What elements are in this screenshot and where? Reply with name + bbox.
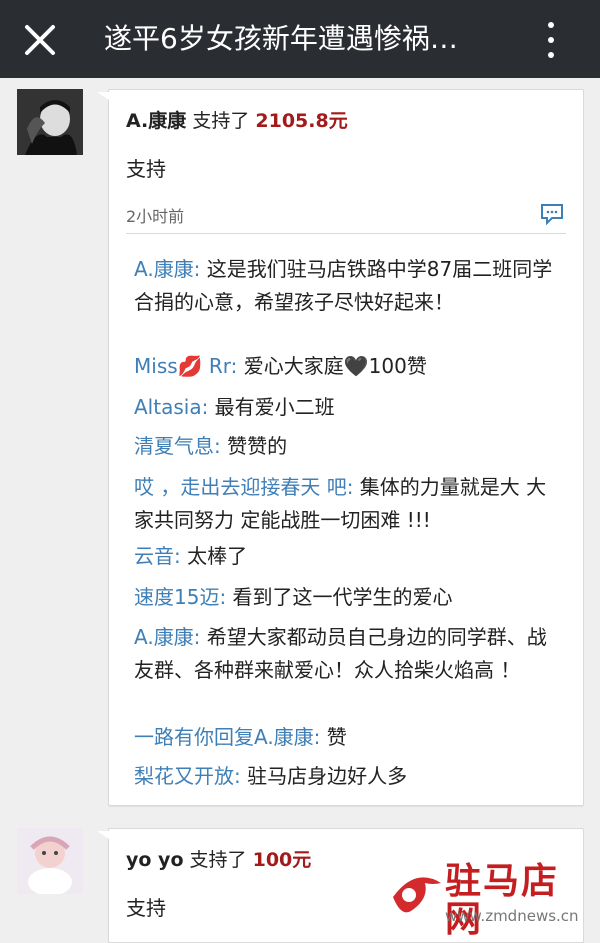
reply-item: 速度15迈: 看到了这一代学生的爱心 — [134, 581, 554, 614]
logo-icon — [393, 877, 441, 913]
donation-amount: 2105.8元 — [255, 110, 348, 132]
donation-amount: 100元 — [252, 849, 312, 871]
avatar-user-1[interactable] — [17, 89, 83, 155]
close-button[interactable] — [20, 20, 60, 60]
reply-item: 一路有你回复A.康康: 赞 — [134, 721, 554, 754]
watermark-name: 驻马店网 — [445, 861, 560, 940]
reply-user[interactable]: 哎 ，走出去迎接春天 吧: — [134, 475, 353, 499]
reply-item: Altasia: 最有爱小二班 — [134, 391, 554, 424]
reply-user[interactable]: 一路有你回复A.康康: — [134, 725, 320, 749]
reply-user[interactable]: 清夏气息: — [134, 434, 221, 458]
reply-item: 哎 ，走出去迎接春天 吧: 集体的力量就是大 大家共同努力 定能战胜一切困难 !… — [134, 471, 554, 537]
more-button[interactable] — [536, 18, 566, 62]
avatar-user-2[interactable] — [17, 828, 83, 894]
divider — [126, 233, 566, 234]
donor-name[interactable]: A.康康 — [126, 110, 186, 132]
reply-text: 爱心大家庭🖤100赞 — [237, 354, 427, 378]
more-vertical-icon — [548, 22, 554, 28]
reply-text: 看到了这一代学生的爱心 — [226, 585, 453, 609]
reply-text: 最有爱小二班 — [208, 395, 335, 419]
reply-user[interactable]: Altasia: — [134, 395, 208, 419]
reply-user[interactable]: A.康康: — [134, 625, 200, 649]
reply-text: 太棒了 — [180, 544, 248, 568]
donation-card-1: A.康康 支持了 2105.8元 支持 2小时前 A.康康: 这是我们驻马店铁路… — [97, 89, 584, 806]
reply-user[interactable]: A.康康: — [134, 257, 200, 281]
timestamp: 2小时前 — [126, 207, 185, 226]
comment-button[interactable] — [540, 203, 564, 226]
reply-user[interactable]: 云音: — [134, 544, 181, 568]
donation-header: yo yo 支持了 100元 — [126, 845, 311, 875]
donation-action: 支持了 — [192, 110, 250, 132]
donor-name[interactable]: yo yo — [126, 849, 184, 871]
reply-item: 梨花又开放: 驻马店身边好人多 — [134, 760, 554, 793]
donation-message: 支持 — [126, 157, 166, 181]
reply-text: 赞赞的 — [220, 434, 288, 458]
site-watermark: 驻马店网 www.zmdnews.cn — [385, 855, 595, 941]
watermark-url: www.zmdnews.cn — [445, 907, 579, 925]
reply-user[interactable]: 梨花又开放: — [134, 764, 241, 788]
app-header: 遂平6岁女孩新年遭遇惨祸… — [0, 0, 600, 78]
donation-message: 支持 — [126, 896, 166, 920]
comment-icon — [541, 204, 563, 226]
reply-text: 赞 — [320, 725, 347, 749]
close-icon — [25, 25, 55, 55]
reply-item: 清夏气息: 赞赞的 — [134, 430, 554, 463]
reply-item: A.康康: 这是我们驻马店铁路中学87届二班同学合捐的心意，希望孩子尽快好起来！ — [134, 253, 554, 319]
reply-user[interactable]: 速度15迈: — [134, 585, 226, 609]
donation-header: A.康康 支持了 2105.8元 — [126, 106, 348, 136]
reply-user[interactable]: Miss💋 Rr: — [134, 354, 237, 378]
reply-item: 云音: 太棒了 — [134, 540, 554, 573]
reply-item: Miss💋 Rr: 爱心大家庭🖤100赞 — [134, 350, 554, 383]
reply-item: A.康康: 希望大家都动员自己身边的同学群、战友群、各种群来献爱心！众人拾柴火焰… — [134, 621, 554, 687]
page-title: 遂平6岁女孩新年遭遇惨祸… — [104, 22, 458, 55]
donation-action: 支持了 — [189, 849, 247, 871]
reply-text: 驻马店身边好人多 — [240, 764, 408, 788]
